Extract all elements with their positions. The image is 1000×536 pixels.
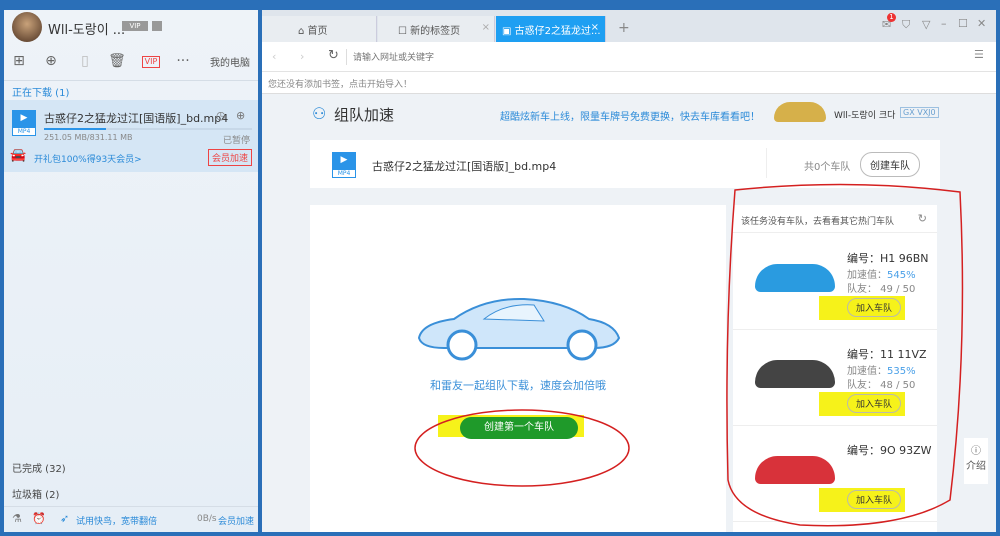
members: 队友： 48 / 50	[847, 380, 916, 391]
boost-label: 加速值：	[847, 270, 887, 281]
hot-teams-list: 该任务没有车队，去看看其它热门车队 ↻ 编号：H1 96BN 加速值：545% 队友…	[733, 205, 937, 532]
mp4-file-icon: ▶ MP4	[12, 110, 36, 136]
lab-icon[interactable]: ⚗	[12, 512, 22, 525]
page-title: 组队加速	[334, 106, 395, 124]
plate-badge: GX VXJ0	[900, 107, 939, 118]
tab-new[interactable]: ☐ 新的标签页 ×	[378, 16, 495, 42]
my-pc-dropdown[interactable]: 我的电脑	[210, 54, 250, 69]
team-icon: ⚇	[312, 104, 327, 123]
downloading-section[interactable]: 正在下载 (1)	[12, 84, 69, 99]
back-icon[interactable]: ‹	[272, 50, 276, 63]
boost-value: 535%	[887, 366, 916, 377]
team-card: 编号：9O 93ZW 加入车队	[733, 426, 937, 522]
user-car-image	[774, 102, 826, 122]
menu-icon[interactable]: ▽	[922, 18, 930, 31]
avatar[interactable]	[12, 12, 42, 42]
vip-icon[interactable]: VIP	[142, 56, 160, 68]
pause-icon[interactable]: ▯	[76, 52, 94, 70]
bird-icon: ➶	[60, 512, 70, 525]
file-size: 251.05 MB/831.11 MB	[44, 133, 133, 142]
task-row: ▶加入车队MP4 古惑仔2之猛龙过江[国语版]_bd.mp4 共0个车队 创建车…	[310, 140, 940, 188]
hot-teams-header: 该任务没有车队，去看看其它热门车队	[733, 205, 937, 233]
members: 队友： 49 / 50	[847, 284, 916, 295]
download-item[interactable]: ▶ MP4 古惑仔2之猛龙过江[国语版]_bd.mp4 ◷ ⊕ 251.05 MB…	[4, 100, 258, 172]
car-image	[755, 456, 835, 484]
car-image	[755, 264, 835, 292]
tab-home[interactable]: ⌂ 首页	[262, 16, 377, 42]
boost-label: 加速值：	[847, 366, 887, 377]
car-icon: 🚘	[10, 148, 27, 163]
vip-badge: VIP	[122, 21, 148, 31]
car-image	[755, 360, 835, 388]
help-icon: ⓘ	[971, 446, 981, 457]
car-plate: 编号：9O 93ZW	[847, 444, 932, 457]
status: 已暂停	[222, 136, 250, 146]
skin-icon[interactable]: ⛉	[902, 18, 910, 32]
footer-vip-speed[interactable]: 会员加速	[218, 514, 254, 527]
new-tab-button[interactable]: +	[618, 20, 630, 36]
notification-badge: 1	[887, 13, 896, 22]
banner-link[interactable]: 超酷炫新车上线，限量车牌号免费更换，快去车库看看吧！	[500, 108, 760, 123]
forward-icon[interactable]: ›	[300, 50, 304, 63]
progress-bar	[44, 128, 252, 130]
car-plate: 编号：11 11VZ	[847, 348, 927, 361]
refresh-icon[interactable]: ↻	[918, 212, 927, 225]
refresh-icon[interactable]: ↻	[328, 48, 339, 63]
join-team-button[interactable]: 加入车队	[847, 298, 902, 317]
browser-panel: ⌂ 首页 ☐ 新的标签页 × ▣ 古惑仔2之猛龙过... × + ✉ 1 ⛉ ▽ –…	[262, 10, 996, 532]
completed-section[interactable]: 已完成 (32)	[12, 460, 66, 475]
alarm-icon[interactable]: ⏰	[32, 512, 46, 525]
resume-icon[interactable]: ⊕	[236, 109, 245, 122]
close-icon: ×	[481, 22, 490, 33]
close-icon: ×	[590, 22, 599, 33]
user-name[interactable]: Wll-도랑이 ...	[48, 19, 125, 38]
more-icon[interactable]: ···	[174, 52, 192, 70]
trash-section[interactable]: 垃圾箱 (2)	[12, 486, 59, 501]
empty-state: 和雷友一起组队下载，速度会加倍哦 创建第一个车队	[310, 205, 726, 532]
tab-team-speed[interactable]: ▣ 古惑仔2之猛龙过... ×	[496, 16, 606, 42]
trial-link[interactable]: 试用快鸟，宽带翻倍	[76, 514, 157, 527]
task-file-name: 古惑仔2之猛龙过江[国语版]_bd.mp4	[372, 160, 557, 173]
create-first-team-button[interactable]: 创建第一个车队	[460, 417, 578, 439]
trash-icon[interactable]: 🗑	[108, 52, 126, 70]
join-team-button[interactable]: 加入车队	[847, 490, 902, 509]
create-team-button[interactable]: 创建车队	[860, 152, 920, 177]
slogan: 和雷友一起组队下载，速度会加倍哦	[430, 379, 606, 392]
open-icon[interactable]: ◷	[216, 109, 226, 122]
download-icon[interactable]: ⊕	[42, 52, 60, 70]
vip-speed-button[interactable]: 会员加速	[207, 149, 252, 166]
file-name: 古惑仔2之猛龙过江[国语版]_bd.mp4	[44, 112, 229, 125]
new-task-icon[interactable]: ⊞	[10, 52, 28, 70]
team-card: 编号：H1 96BN 加速值：545% 队友： 49 / 50 加入车队	[733, 234, 937, 330]
team-count: 共0个车队	[804, 162, 851, 173]
bookmark-bar[interactable]: 您还没有添加书签，点击开始导入！	[262, 72, 996, 94]
maximize-icon[interactable]: ☐	[958, 17, 968, 30]
hamburger-icon[interactable]: ☰	[974, 48, 984, 61]
car-plate: 编号：H1 96BN	[847, 252, 929, 265]
level-badge	[152, 21, 162, 31]
intro-button[interactable]: ⓘ 介绍	[964, 438, 988, 484]
minimize-icon[interactable]: –	[941, 17, 947, 30]
close-window-icon[interactable]: ✕	[977, 17, 986, 30]
speed-readout: 0B/s	[197, 514, 217, 524]
user-car-name: Wll-도랑이 크다	[834, 111, 896, 121]
download-sidebar: Wll-도랑이 ... VIP ⊞ ⊕ ▯ 🗑 VIP ··· 我的电脑 正在下…	[4, 10, 258, 532]
boost-value: 545%	[887, 270, 916, 281]
address-input[interactable]	[346, 49, 906, 65]
join-team-button[interactable]: 加入车队	[847, 394, 902, 413]
mp4-file-icon: ▶加入车队MP4	[332, 152, 356, 178]
team-card: 编号：11 11VZ 加速值：535% 队友： 48 / 50 加入车队	[733, 330, 937, 426]
promo-link[interactable]: 开礼包100%得93天会员>	[34, 152, 142, 165]
car-illustration	[417, 297, 621, 361]
